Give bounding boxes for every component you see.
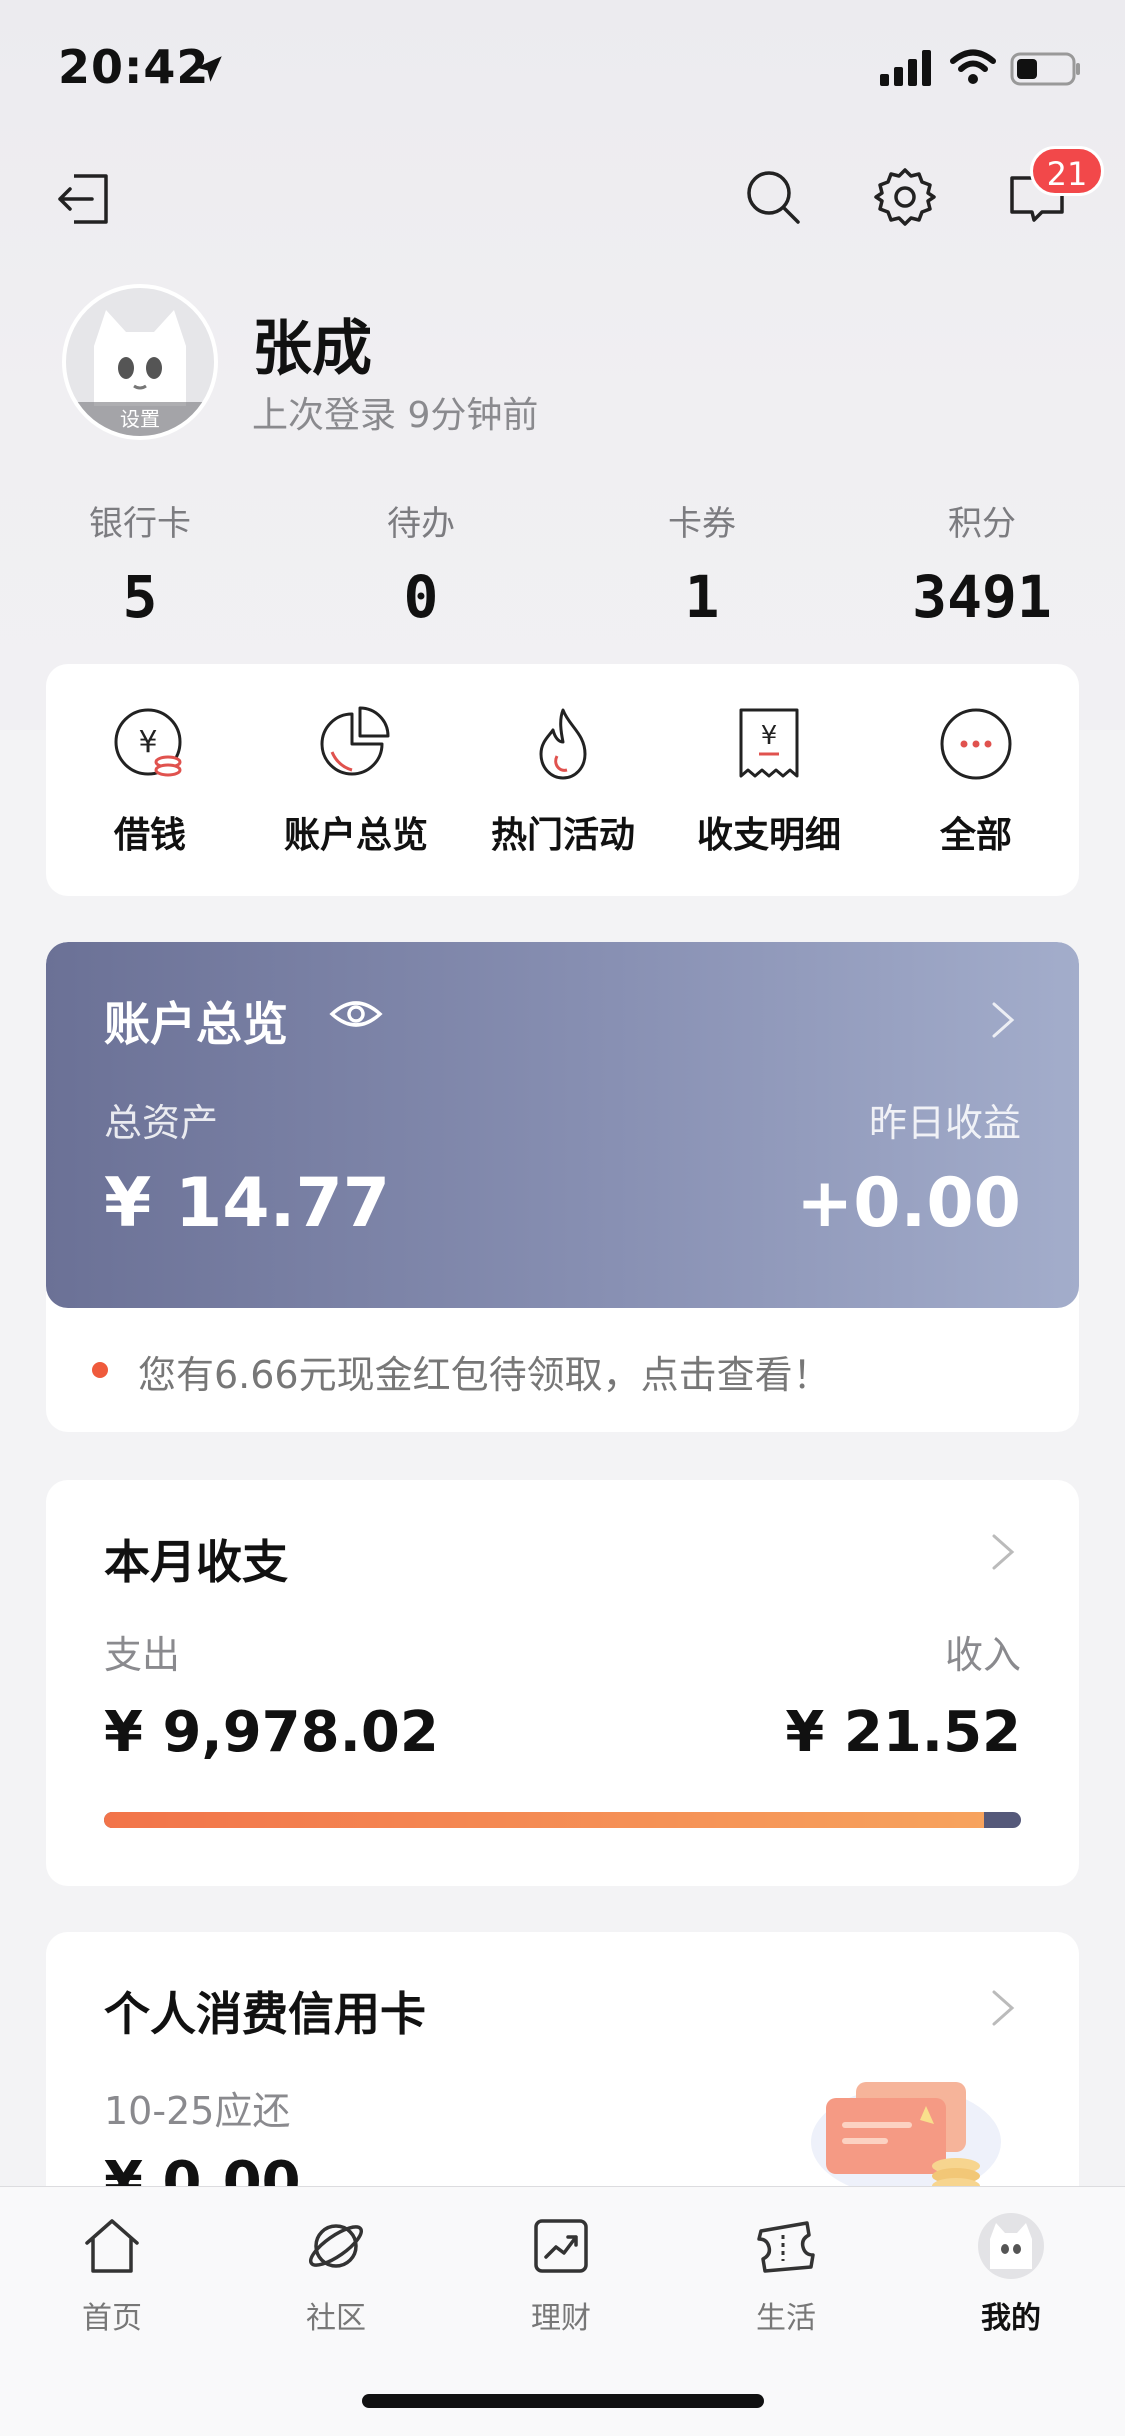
- status-time: 20:42: [58, 40, 210, 94]
- message-badge: 21: [1030, 146, 1104, 196]
- tab-community[interactable]: 社区: [256, 2213, 416, 2337]
- stat-coupons[interactable]: 卡券 1: [602, 496, 802, 631]
- stat-bank-cards[interactable]: 银行卡 5: [40, 496, 240, 631]
- tab-mine[interactable]: 我的: [931, 2213, 1091, 2337]
- yesterday-earnings-value: +0.00: [796, 1164, 1021, 1243]
- stat-label: 积分: [948, 504, 1016, 544]
- quick-action-label: 收支明细: [696, 815, 841, 856]
- expense-bar-fill: [104, 1812, 985, 1828]
- planet-icon: [309, 2224, 363, 2268]
- stat-value: 5: [122, 563, 158, 631]
- expense-value: ¥ 9,978.02: [104, 1700, 439, 1765]
- quick-action-all[interactable]: 全部: [886, 704, 1066, 858]
- ticket-icon: [757, 2221, 815, 2273]
- promo-dot: [92, 1362, 108, 1378]
- total-assets-label: 总资产: [104, 1101, 219, 1145]
- tab-label: 首页: [82, 2301, 142, 2336]
- cellular-signal-icon: [880, 50, 931, 86]
- gear-icon[interactable]: [872, 164, 938, 230]
- loan-icon: ¥: [114, 708, 182, 777]
- avatar-icon: [978, 2213, 1044, 2279]
- quick-action-label: 账户总览: [283, 815, 428, 856]
- status-bar: 20:42: [0, 0, 1125, 140]
- income-value: ¥ 21.52: [785, 1700, 1021, 1765]
- expense-income-bar: [104, 1812, 1021, 1828]
- battery-icon: [1010, 52, 1080, 86]
- account-overview-title: 账户总览: [104, 997, 288, 1051]
- chevron-right-icon[interactable]: [986, 1986, 1020, 2030]
- user-name: 张成: [252, 314, 372, 384]
- total-assets-value: ¥ 14.77: [104, 1164, 391, 1243]
- stat-label: 卡券: [668, 504, 736, 544]
- quick-action-account-overview[interactable]: 账户总览: [266, 704, 446, 858]
- tab-label: 理财: [531, 2301, 591, 2336]
- flame-icon: [539, 708, 587, 780]
- pie-chart-icon: [320, 706, 390, 776]
- quick-action-transactions[interactable]: ¥ 收支明细: [679, 704, 859, 858]
- svg-text:¥: ¥: [138, 725, 157, 760]
- stat-label: 银行卡: [89, 504, 191, 544]
- tab-label: 生活: [756, 2301, 816, 2336]
- chevron-right-icon[interactable]: [986, 998, 1020, 1042]
- stat-value: 0: [403, 563, 439, 631]
- quick-action-loan[interactable]: ¥ 借钱: [60, 704, 240, 858]
- quick-action-label: 借钱: [113, 815, 186, 856]
- more-icon: [940, 708, 1012, 780]
- home-icon: [85, 2219, 139, 2273]
- quick-action-hot-events[interactable]: 热门活动: [473, 704, 653, 858]
- search-icon[interactable]: [740, 164, 806, 230]
- chevron-right-icon[interactable]: [986, 1530, 1020, 1574]
- yesterday-earnings-label: 昨日收益: [868, 1101, 1021, 1145]
- stat-value: 1: [684, 563, 720, 631]
- monthly-title: 本月收支: [104, 1535, 288, 1589]
- quick-actions-card: ¥ 借钱 账户总览 热门活动 ¥ 收支明细 全部: [46, 664, 1079, 896]
- avatar-settings-tag[interactable]: 设置: [66, 402, 214, 436]
- tab-life[interactable]: 生活: [706, 2213, 866, 2337]
- credit-card-title: 个人消费信用卡: [104, 1987, 426, 2041]
- tab-home[interactable]: 首页: [32, 2213, 192, 2337]
- stat-label: 待办: [387, 504, 455, 544]
- stat-points[interactable]: 积分 3491: [882, 496, 1082, 631]
- tab-label: 我的: [981, 2301, 1041, 2336]
- stat-value: 3491: [912, 563, 1052, 631]
- account-overview-card[interactable]: 账户总览 总资产 昨日收益 ¥ 14.77 +0.00 您有6.66元现金红包待…: [46, 942, 1079, 1432]
- quick-action-label: 热门活动: [490, 815, 635, 856]
- expense-label: 支出: [104, 1633, 181, 1677]
- income-label: 收入: [944, 1633, 1021, 1677]
- monthly-summary-card[interactable]: 本月收支 支出 收入 ¥ 9,978.02 ¥ 21.52: [46, 1480, 1079, 1886]
- avatar[interactable]: 设置: [62, 284, 218, 440]
- receipt-icon: ¥: [739, 708, 799, 778]
- quick-action-label: 全部: [939, 815, 1012, 856]
- stat-todo[interactable]: 待办 0: [321, 496, 521, 631]
- wifi-icon: [950, 49, 996, 84]
- svg-text:¥: ¥: [761, 721, 778, 751]
- eye-icon[interactable]: [328, 990, 384, 1038]
- tab-label: 社区: [306, 2301, 366, 2336]
- logout-icon[interactable]: [52, 166, 118, 232]
- tab-wealth[interactable]: 理财: [481, 2213, 641, 2337]
- location-arrow-icon: [196, 56, 222, 82]
- home-indicator: [362, 2394, 764, 2408]
- red-packet-promo[interactable]: 您有6.66元现金红包待领取，点击查看！: [138, 1344, 831, 1399]
- last-login: 上次登录 9分钟前: [252, 395, 539, 436]
- chart-icon: [534, 2219, 588, 2273]
- due-date-label: 10-25应还: [104, 2089, 291, 2133]
